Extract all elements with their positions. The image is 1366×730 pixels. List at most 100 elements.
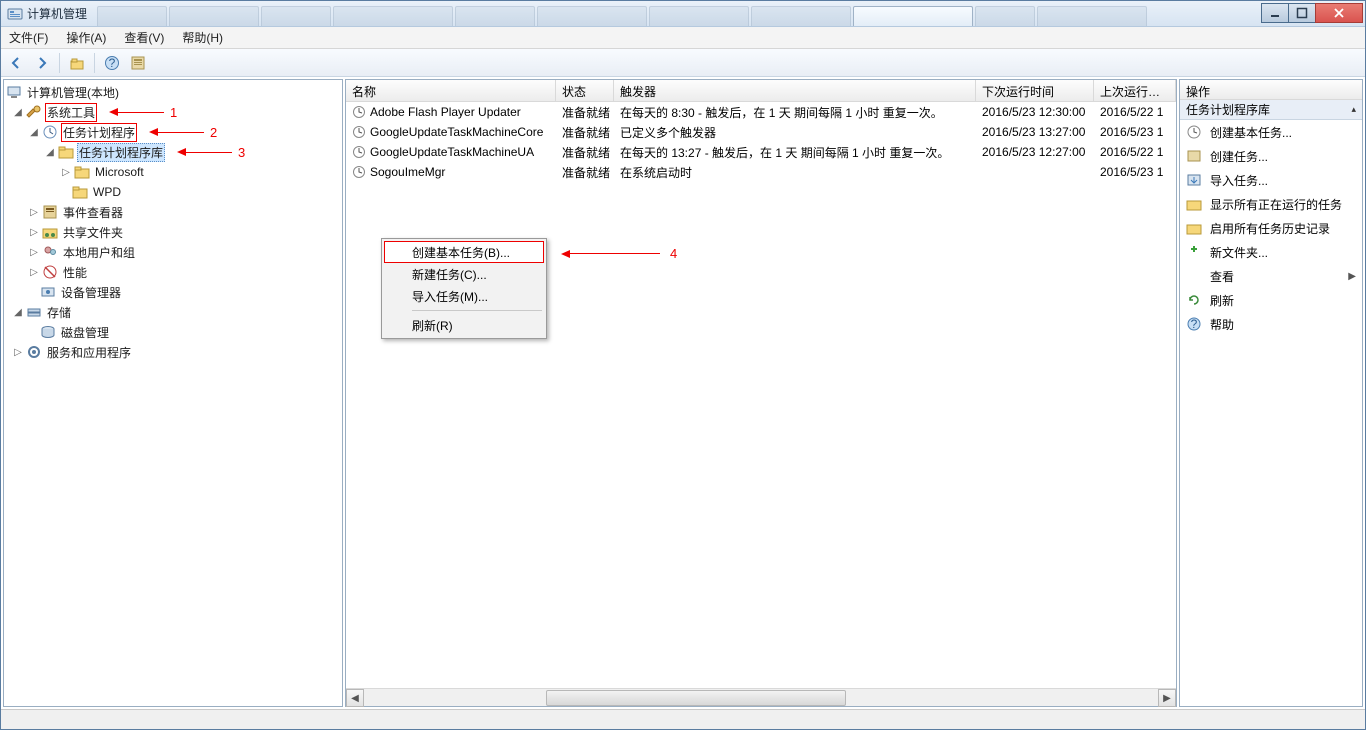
svg-text:?: ? [109, 56, 116, 70]
expand-icon[interactable]: ▷ [28, 206, 40, 218]
menu-file[interactable]: 文件(F) [5, 27, 52, 48]
tree-shared-folders[interactable]: ▷ 共享文件夹 [4, 222, 342, 242]
action-create-basic[interactable]: 创建基本任务... [1180, 120, 1362, 144]
tree-root[interactable]: 计算机管理(本地) [4, 82, 342, 102]
scroll-left-button[interactable]: ◀ [346, 689, 364, 707]
forward-button[interactable] [31, 52, 53, 74]
minimize-button[interactable] [1261, 3, 1289, 23]
clock-icon [42, 124, 58, 140]
action-help[interactable]: ?帮助 [1180, 312, 1362, 336]
annotation-arrow: 3 [177, 145, 245, 160]
col-last[interactable]: 上次运行时间 [1094, 80, 1176, 101]
back-button[interactable] [5, 52, 27, 74]
tree-event-viewer[interactable]: ▷ 事件查看器 [4, 202, 342, 222]
action-enable-history[interactable]: 启用所有任务历史记录 [1180, 216, 1362, 240]
collapse-icon[interactable]: ◢ [28, 126, 40, 138]
chevron-up-icon: ▴ [1351, 104, 1356, 115]
browser-tabs-blur [97, 1, 1262, 26]
expand-icon[interactable]: ▷ [12, 346, 24, 358]
folder-icon [1186, 196, 1202, 212]
help-button[interactable]: ? [101, 52, 123, 74]
tree-device-manager[interactable]: 设备管理器 [4, 282, 342, 302]
tree-task-scheduler[interactable]: ◢ 任务计划程序 2 [4, 122, 342, 142]
ctx-refresh[interactable]: 刷新(R) [384, 314, 544, 336]
grid-header: 名称 状态 触发器 下次运行时间 上次运行时间 [346, 80, 1176, 102]
expand-icon[interactable]: ▷ [28, 266, 40, 278]
annotation-arrow: 4 [561, 246, 677, 261]
tree-disk-mgmt[interactable]: 磁盘管理 [4, 322, 342, 342]
up-button[interactable] [66, 52, 88, 74]
collapse-icon[interactable]: ◢ [12, 306, 24, 318]
table-row[interactable]: SogouImeMgr 准备就绪 在系统启动时 2016/5/23 1 [346, 162, 1176, 182]
tree-system-tools[interactable]: ◢ 系统工具 1 [4, 102, 342, 122]
maximize-button[interactable] [1288, 3, 1316, 23]
tree-microsoft[interactable]: ▷ Microsoft [4, 162, 342, 182]
properties-button[interactable] [127, 52, 149, 74]
context-menu: 创建基本任务(B)... 新建任务(C)... 导入任务(M)... 刷新(R) [381, 238, 547, 339]
help-icon: ? [1186, 316, 1202, 332]
statusbar [1, 709, 1365, 729]
annotation-arrow: 1 [109, 105, 177, 120]
expand-icon[interactable]: ▷ [28, 226, 40, 238]
svg-text:?: ? [1191, 317, 1198, 331]
menu-view[interactable]: 查看(V) [120, 27, 168, 48]
table-row[interactable]: GoogleUpdateTaskMachineCore 准备就绪 已定义多个触发… [346, 122, 1176, 142]
scroll-right-button[interactable]: ▶ [1158, 689, 1176, 707]
action-show-running[interactable]: 显示所有正在运行的任务 [1180, 192, 1362, 216]
menu-help[interactable]: 帮助(H) [178, 27, 227, 48]
menu-separator [412, 310, 542, 311]
content-area: 计算机管理(本地) ◢ 系统工具 1 ◢ 任务计划程序 2 ◢ 任务计划程序库 … [1, 77, 1365, 709]
tools-icon [26, 104, 42, 120]
expand-icon[interactable]: ▷ [28, 246, 40, 258]
tree-storage[interactable]: ◢ 存储 [4, 302, 342, 322]
menu-action[interactable]: 操作(A) [62, 27, 110, 48]
window-buttons [1262, 3, 1363, 23]
new-folder-icon [1186, 244, 1202, 260]
task-icon [1186, 148, 1202, 164]
close-button[interactable] [1315, 3, 1363, 23]
action-new-folder[interactable]: 新文件夹... [1180, 240, 1362, 264]
grid-body[interactable]: Adobe Flash Player Updater 准备就绪 在每天的 8:3… [346, 102, 1176, 688]
app-icon [7, 6, 23, 22]
ctx-create-task[interactable]: 新建任务(C)... [384, 263, 544, 285]
folder-icon [58, 144, 74, 160]
col-state[interactable]: 状态 [556, 80, 614, 101]
table-row[interactable]: Adobe Flash Player Updater 准备就绪 在每天的 8:3… [346, 102, 1176, 122]
refresh-icon [1186, 292, 1202, 308]
action-create[interactable]: 创建任务... [1180, 144, 1362, 168]
storage-icon [26, 304, 42, 320]
window-root: 计算机管理 文件(F) 操作(A) 查看(V) 帮助(H) ? [0, 0, 1366, 730]
tree-services[interactable]: ▷ 服务和应用程序 [4, 342, 342, 362]
action-view[interactable]: 查看▶ [1180, 264, 1362, 288]
action-refresh[interactable]: 刷新 [1180, 288, 1362, 312]
ctx-create-basic-task[interactable]: 创建基本任务(B)... [384, 241, 544, 263]
action-import[interactable]: 导入任务... [1180, 168, 1362, 192]
clock-icon [352, 165, 366, 179]
import-icon [1186, 172, 1202, 188]
tree-performance[interactable]: ▷ 性能 [4, 262, 342, 282]
clock-icon [352, 125, 366, 139]
titlebar[interactable]: 计算机管理 [1, 1, 1365, 27]
tree-local-users[interactable]: ▷ 本地用户和组 [4, 242, 342, 262]
services-icon [26, 344, 42, 360]
col-name[interactable]: 名称 [346, 80, 556, 101]
expand-icon[interactable]: ▷ [60, 166, 72, 178]
collapse-icon[interactable]: ◢ [44, 146, 56, 158]
tree-wpd[interactable]: WPD [4, 182, 342, 202]
collapse-icon[interactable]: ◢ [12, 106, 24, 118]
tree-task-scheduler-library[interactable]: ◢ 任务计划程序库 3 [4, 142, 342, 162]
horizontal-scrollbar[interactable]: ◀ ▶ [346, 688, 1176, 706]
users-icon [42, 244, 58, 260]
folder-icon [74, 164, 90, 180]
actions-subheader[interactable]: 任务计划程序库 ▴ [1180, 100, 1362, 120]
ctx-import-task[interactable]: 导入任务(M)... [384, 285, 544, 307]
nav-tree[interactable]: 计算机管理(本地) ◢ 系统工具 1 ◢ 任务计划程序 2 ◢ 任务计划程序库 … [3, 79, 343, 707]
performance-icon [42, 264, 58, 280]
col-trigger[interactable]: 触发器 [614, 80, 976, 101]
table-row[interactable]: GoogleUpdateTaskMachineUA 准备就绪 在每天的 13:2… [346, 142, 1176, 162]
share-icon [42, 224, 58, 240]
col-next[interactable]: 下次运行时间 [976, 80, 1094, 101]
device-icon [40, 284, 56, 300]
disk-icon [40, 324, 56, 340]
scroll-thumb[interactable] [546, 690, 846, 706]
